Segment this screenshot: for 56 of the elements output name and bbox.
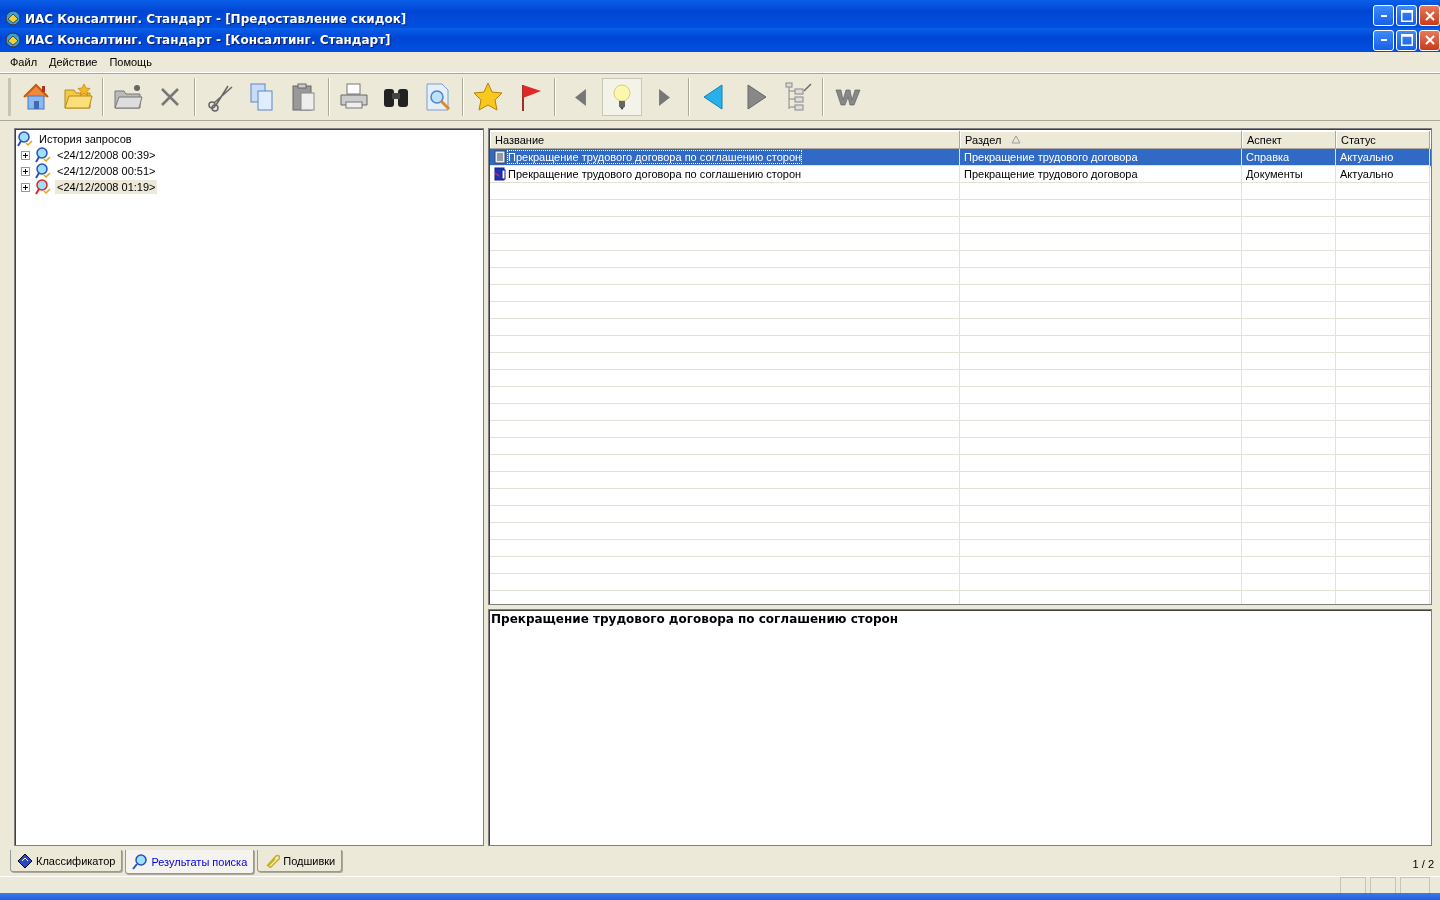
column-header[interactable]: Раздел bbox=[960, 131, 1242, 149]
magnifier-icon bbox=[35, 179, 51, 195]
magnifier-icon bbox=[132, 853, 149, 870]
star-icon bbox=[472, 81, 504, 113]
table-cell: Прекращение трудового договора по соглашению сторон bbox=[508, 168, 802, 180]
maximize-button[interactable] bbox=[1396, 5, 1417, 26]
table-cell: Актуально bbox=[1340, 151, 1394, 163]
magnifier-icon bbox=[17, 131, 33, 147]
column-header[interactable]: Аспект bbox=[1242, 131, 1336, 149]
table-cell: Справка bbox=[1246, 151, 1290, 163]
menu-item[interactable]: Помощь bbox=[103, 56, 158, 68]
document-title: Прекращение трудового договора по соглашению сторон bbox=[491, 612, 899, 626]
app-icon bbox=[5, 10, 21, 26]
tree-item[interactable]: <24/12/2008 00:51> bbox=[55, 164, 158, 178]
expand-icon[interactable] bbox=[21, 150, 30, 160]
table-row[interactable]: Прекращение трудового договора по соглашению сторон Прекращение трудового договора Справка Актуально bbox=[490, 149, 1431, 166]
column-header[interactable]: Название bbox=[490, 131, 960, 149]
table-cell: Актуально bbox=[1340, 168, 1394, 180]
window-title: ИАС Консалтинг. Стандарт - [Предоставление скидок] bbox=[25, 12, 407, 26]
minimize-icon bbox=[1380, 39, 1387, 41]
document-icon bbox=[494, 150, 506, 164]
menu-item[interactable]: Файл bbox=[4, 56, 44, 68]
tab[interactable]: Подшивки bbox=[257, 850, 343, 872]
minimize-icon bbox=[1380, 14, 1387, 17]
tab[interactable]: Классификатор bbox=[10, 850, 123, 872]
magnifier-icon bbox=[35, 163, 51, 179]
page-indicator: 1 / 2 bbox=[1412, 858, 1434, 870]
right-arrow-icon bbox=[658, 88, 670, 106]
table-cell: Прекращение трудового договора по соглашению сторон bbox=[508, 151, 802, 163]
table-row[interactable]: Прекращение трудового договора по соглашению сторон Прекращение трудового договора Документы Актуально bbox=[490, 166, 1431, 183]
table-cell: Прекращение трудового договора bbox=[964, 151, 1138, 163]
magnifier-icon bbox=[35, 147, 51, 163]
table-cell: Прекращение трудового договора bbox=[964, 168, 1138, 180]
maximize-icon bbox=[1400, 9, 1413, 22]
tree-item[interactable]: <24/12/2008 01:19> bbox=[55, 180, 158, 194]
column-header[interactable]: Статус bbox=[1336, 131, 1430, 149]
expand-icon[interactable] bbox=[21, 166, 30, 176]
minimize-button[interactable] bbox=[1373, 5, 1394, 26]
close-icon bbox=[1424, 10, 1435, 21]
menu-item[interactable]: Действие bbox=[43, 56, 104, 68]
hierarchy-icon bbox=[782, 81, 814, 113]
maximize-button[interactable] bbox=[1396, 29, 1417, 51]
maximize-icon bbox=[1400, 34, 1413, 46]
paperclip-icon bbox=[264, 852, 281, 869]
minimize-button[interactable] bbox=[1373, 29, 1394, 51]
table-cell: Документы bbox=[1246, 168, 1303, 180]
app-icon bbox=[5, 32, 21, 48]
window-title: ИАС Консалтинг. Стандарт - [Консалтинг. Стандарт] bbox=[25, 33, 391, 47]
tree-item[interactable]: <24/12/2008 00:39> bbox=[55, 148, 158, 162]
close-icon bbox=[1424, 35, 1435, 45]
tree-item[interactable]: История запросов bbox=[37, 132, 134, 146]
close-button[interactable] bbox=[1419, 5, 1440, 26]
close-button[interactable] bbox=[1419, 29, 1440, 51]
expand-icon[interactable] bbox=[21, 182, 30, 192]
tab[interactable]: Результаты поиска bbox=[125, 850, 255, 874]
left-arrow-icon bbox=[574, 88, 586, 106]
